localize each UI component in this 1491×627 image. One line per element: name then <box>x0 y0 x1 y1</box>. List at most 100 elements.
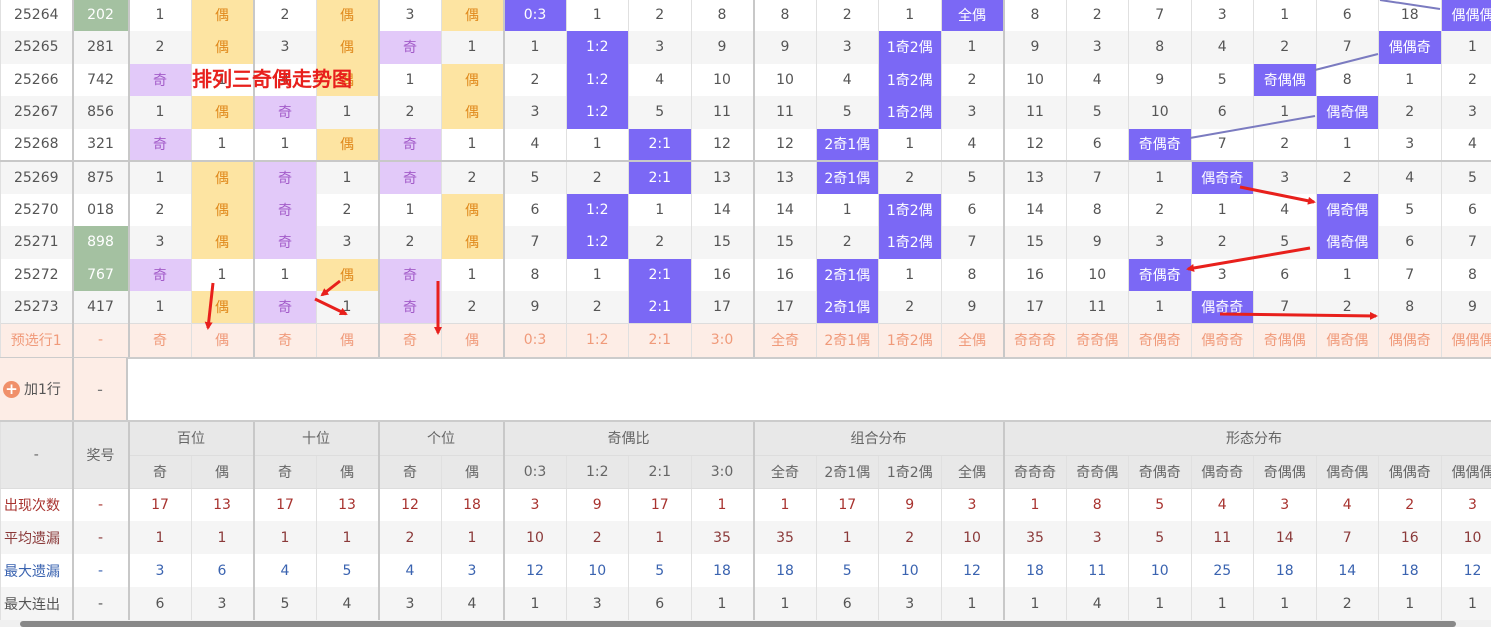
miss-count-cell: 14 <box>752 193 816 226</box>
stats-value: 1 <box>815 521 879 554</box>
hit-cell: 奇 <box>377 31 441 64</box>
stats-value: 1 <box>440 521 504 554</box>
stats-value: 1 <box>1253 587 1316 620</box>
miss-count-cell: 2 <box>815 226 879 259</box>
miss-count-cell: 1 <box>127 161 191 194</box>
stats-value: 10 <box>940 521 1004 554</box>
stats-num: - <box>71 488 129 521</box>
stats-value: 12 <box>1440 554 1491 587</box>
hit-cell: 0:3 <box>502 0 566 31</box>
miss-count-cell: 1 <box>502 31 566 64</box>
miss-count-cell: 3 <box>315 226 379 259</box>
scrollbar-thumb[interactable] <box>20 621 1456 627</box>
issue-cell: 25271 <box>0 226 73 259</box>
group-header: 百位 <box>127 422 254 456</box>
preselect-option[interactable]: 偶 <box>190 323 254 359</box>
miss-count-cell: 5 <box>1378 193 1441 226</box>
add-row-num: - <box>72 358 128 420</box>
add-row-button[interactable]: + 加1行 <box>0 358 72 420</box>
preselect-option[interactable]: 奇偶偶 <box>1253 323 1316 359</box>
miss-count-cell: 1 <box>815 193 879 226</box>
miss-count-cell: 4 <box>1065 63 1129 96</box>
stats-num: - <box>71 521 129 554</box>
stats-value: 12 <box>940 554 1004 587</box>
preselect-option[interactable]: 偶偶偶 <box>1440 323 1491 359</box>
preselect-option[interactable]: 2:1 <box>628 323 691 359</box>
miss-count-cell: 7 <box>940 226 1004 259</box>
add-row-section: + 加1行 - <box>0 358 1491 422</box>
horizontal-scrollbar[interactable] <box>0 620 1491 627</box>
hit-cell: 奇偶偶 <box>1253 63 1316 96</box>
stats-value: 2 <box>878 521 941 554</box>
stats-value: 16 <box>1378 521 1441 554</box>
hit-cell: 奇 <box>252 291 316 324</box>
stats-label: 平均遗漏 <box>0 521 73 554</box>
preselect-option[interactable]: 1奇2偶 <box>878 323 941 359</box>
column-header: 奇 <box>127 455 191 489</box>
preselect-option[interactable]: 奇偶奇 <box>1128 323 1191 359</box>
preselect-option[interactable]: 2奇1偶 <box>815 323 879 359</box>
hit-cell: 奇 <box>127 128 191 162</box>
stats-value: 17 <box>815 488 879 521</box>
miss-count-cell: 2 <box>565 291 629 324</box>
stats-value: 2 <box>1315 587 1379 620</box>
miss-count-cell: 1 <box>190 128 254 162</box>
preselect-option[interactable]: 全奇 <box>752 323 816 359</box>
miss-count-cell: 2 <box>127 193 191 226</box>
preselect-option[interactable]: 偶 <box>315 323 379 359</box>
hit-cell: 奇 <box>377 161 441 194</box>
miss-count-cell: 7 <box>1253 291 1316 324</box>
stats-value: 1 <box>252 521 316 554</box>
column-header: 全奇 <box>752 455 816 489</box>
preselect-option[interactable]: 偶偶奇 <box>1378 323 1441 359</box>
preselect-option[interactable]: 偶奇偶 <box>1315 323 1379 359</box>
stats-value: 1 <box>1128 587 1191 620</box>
stats-value: 10 <box>1440 521 1491 554</box>
hit-cell: 偶 <box>190 193 254 226</box>
hit-cell: 偶 <box>190 0 254 31</box>
miss-count-cell: 4 <box>502 128 566 162</box>
group-header: 组合分布 <box>752 422 1004 456</box>
miss-count-cell: 17 <box>752 291 816 324</box>
stats-value: 3 <box>502 488 566 521</box>
miss-count-cell: 7 <box>1128 0 1191 31</box>
miss-count-cell: 5 <box>1190 63 1254 96</box>
miss-count-cell: 3 <box>1065 31 1129 64</box>
preselect-option[interactable]: 偶奇奇 <box>1190 323 1254 359</box>
preselect-option[interactable]: 0:3 <box>502 323 566 359</box>
table-row: 25269 875 1 偶奇 1 奇 2 5 2 2:1 13 13 2奇1偶 2 5 13 7 1 偶奇奇 3 2 4 5 <box>0 161 1491 194</box>
preselect-option[interactable]: 3:0 <box>690 323 754 359</box>
miss-count-cell: 7 <box>1440 226 1491 259</box>
stats-value: 14 <box>1315 554 1379 587</box>
stats-value: 11 <box>1065 554 1129 587</box>
miss-count-cell: 1 <box>1253 96 1316 129</box>
miss-count-cell: 1 <box>940 31 1004 64</box>
draw-number-cell: 417 <box>71 291 129 324</box>
preselect-option[interactable]: 全偶 <box>940 323 1004 359</box>
stats-row: 平均遗漏 -1 1 1 1 2 1 10 2 1 35 35 1 2 10 35 3 5 11 14 7 16 10 <box>0 521 1491 554</box>
miss-count-cell: 7 <box>1315 31 1379 64</box>
hit-cell: 偶 <box>440 96 504 129</box>
miss-count-cell: 1 <box>1190 193 1254 226</box>
miss-count-cell: 8 <box>940 258 1004 291</box>
miss-count-cell: 8 <box>1128 31 1191 64</box>
hit-cell: 偶 <box>190 291 254 324</box>
preselect-option[interactable]: 1:2 <box>565 323 629 359</box>
hit-cell: 1奇2偶 <box>878 63 941 96</box>
issue-cell: 25270 <box>0 193 73 226</box>
preselect-option[interactable]: 奇奇偶 <box>1065 323 1129 359</box>
miss-count-cell: 1 <box>127 96 191 129</box>
miss-count-cell: 10 <box>1002 63 1066 96</box>
preselect-option[interactable]: 奇奇奇 <box>1002 323 1066 359</box>
stats-value: 6 <box>190 554 254 587</box>
preselect-option[interactable]: 奇 <box>252 323 316 359</box>
hit-cell: 偶偶偶 <box>1440 0 1491 31</box>
preselect-option[interactable]: 奇 <box>377 323 441 359</box>
column-header: 3:0 <box>690 455 754 489</box>
preselect-option[interactable]: 偶 <box>440 323 504 359</box>
miss-count-cell: 2 <box>628 0 691 31</box>
preselect-option[interactable]: 奇 <box>127 323 191 359</box>
miss-count-cell: 16 <box>752 258 816 291</box>
miss-count-cell: 16 <box>1002 258 1066 291</box>
table-row: 25267 856 1 偶奇 1 2 偶 3 1:2 5 11 11 5 1奇2偶 3 11 5 10 6 1 偶奇偶 2… <box>0 96 1491 129</box>
